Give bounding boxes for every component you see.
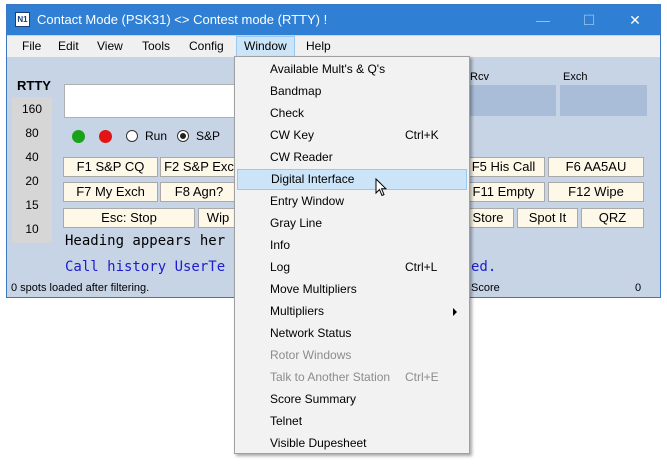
menu-bar: File Edit View Tools Config Window Help bbox=[7, 36, 660, 57]
menu-item-log[interactable]: Log Ctrl+L bbox=[237, 257, 467, 278]
menu-item-available-mults[interactable]: Available Mult's & Q's bbox=[237, 59, 467, 80]
close-button[interactable]: ✕ bbox=[612, 5, 658, 35]
menu-item-score-summary[interactable]: Score Summary bbox=[237, 389, 467, 410]
spot-it-button[interactable]: Spot It bbox=[517, 208, 578, 228]
exch-label: Exch bbox=[563, 71, 588, 83]
menu-item-check[interactable]: Check bbox=[237, 103, 467, 124]
menu-item-digital-interface[interactable]: Digital Interface bbox=[237, 169, 467, 190]
menu-item-gray-line[interactable]: Gray Line bbox=[237, 213, 467, 234]
menu-view[interactable]: View bbox=[89, 36, 131, 57]
qrz-button[interactable]: QRZ bbox=[581, 208, 644, 228]
sp-radio[interactable] bbox=[177, 130, 189, 142]
submenu-arrow-icon bbox=[453, 308, 457, 316]
run-radio[interactable] bbox=[126, 130, 138, 142]
title-bar[interactable]: N1 Contact Mode (PSK31) <> Contest mode … bbox=[7, 5, 660, 35]
mode-label: RTTY bbox=[17, 78, 51, 93]
window-menu-dropdown: Available Mult's & Q's Bandmap Check CW … bbox=[234, 56, 470, 454]
band-15[interactable]: 15 bbox=[12, 198, 52, 212]
menu-item-info[interactable]: Info bbox=[237, 235, 467, 256]
menu-item-cw-key[interactable]: CW Key Ctrl+K bbox=[237, 125, 467, 146]
esc-stop-button[interactable]: Esc: Stop bbox=[63, 208, 195, 228]
call-history-info-text: Call history UserTe bbox=[65, 259, 226, 275]
sp-radio-label: S&P bbox=[196, 129, 221, 143]
menu-file[interactable]: File bbox=[14, 36, 49, 57]
menu-item-network-status[interactable]: Network Status bbox=[237, 323, 467, 344]
green-status-icon bbox=[72, 130, 85, 143]
menu-item-multipliers[interactable]: Multipliers bbox=[237, 301, 467, 322]
run-radio-label: Run bbox=[145, 129, 168, 143]
call-history-info-text-tail: ed. bbox=[471, 259, 497, 275]
rcv-label: Rcv bbox=[470, 71, 489, 83]
band-40[interactable]: 40 bbox=[12, 150, 52, 164]
app-icon: N1 bbox=[15, 12, 30, 27]
menu-help[interactable]: Help bbox=[298, 36, 339, 57]
menu-item-rotor-windows: Rotor Windows bbox=[270, 348, 352, 362]
f8-button[interactable]: F8 Agn? bbox=[160, 182, 238, 202]
menu-config[interactable]: Config bbox=[181, 36, 232, 57]
menu-item-bandmap[interactable]: Bandmap bbox=[237, 81, 467, 102]
menu-item-telnet[interactable]: Telnet bbox=[237, 411, 467, 432]
f11-button[interactable]: F11 Empty bbox=[462, 182, 545, 202]
wipe-button[interactable]: Wip bbox=[198, 208, 238, 228]
exch-field[interactable] bbox=[560, 85, 647, 116]
band-10[interactable]: 10 bbox=[12, 222, 52, 236]
f7-button[interactable]: F7 My Exch bbox=[63, 182, 158, 202]
menu-item-entry-window[interactable]: Entry Window bbox=[237, 191, 467, 212]
menu-item-move-multipliers[interactable]: Move Multipliers bbox=[237, 279, 467, 300]
f6-button[interactable]: F6 AA5AU bbox=[548, 157, 644, 177]
maximize-button[interactable]: ☐ bbox=[566, 5, 612, 35]
score-label: Score bbox=[471, 282, 500, 294]
window-title: Contact Mode (PSK31) <> Contest mode (RT… bbox=[37, 12, 328, 27]
rcv-field[interactable] bbox=[469, 85, 556, 116]
menu-tools[interactable]: Tools bbox=[134, 36, 178, 57]
minimize-button[interactable]: — bbox=[520, 5, 566, 35]
spots-status: 0 spots loaded after filtering. bbox=[11, 282, 150, 294]
red-status-icon bbox=[99, 130, 112, 143]
menu-item-cw-reader[interactable]: CW Reader bbox=[237, 147, 467, 168]
score-value: 0 bbox=[635, 282, 642, 294]
menu-edit[interactable]: Edit bbox=[50, 36, 87, 57]
band-80[interactable]: 80 bbox=[12, 126, 52, 140]
band-20[interactable]: 20 bbox=[12, 174, 52, 188]
menu-window[interactable]: Window bbox=[236, 36, 295, 57]
f5-button[interactable]: F5 His Call bbox=[462, 157, 545, 177]
f2-button[interactable]: F2 S&P Exc bbox=[160, 157, 238, 177]
heading-info-text: Heading appears her bbox=[65, 233, 226, 249]
menu-item-visible-dupesheet[interactable]: Visible Dupesheet bbox=[237, 433, 467, 454]
mouse-pointer-icon bbox=[375, 178, 387, 197]
menu-item-talk-to-another-station: Talk to Another Station Ctrl+E bbox=[270, 370, 439, 384]
band-160[interactable]: 160 bbox=[12, 102, 52, 116]
band-list: 160 80 40 20 15 10 bbox=[12, 97, 52, 243]
callsign-input[interactable] bbox=[64, 84, 240, 118]
f1-button[interactable]: F1 S&P CQ bbox=[63, 157, 158, 177]
f12-button[interactable]: F12 Wipe bbox=[548, 182, 644, 202]
